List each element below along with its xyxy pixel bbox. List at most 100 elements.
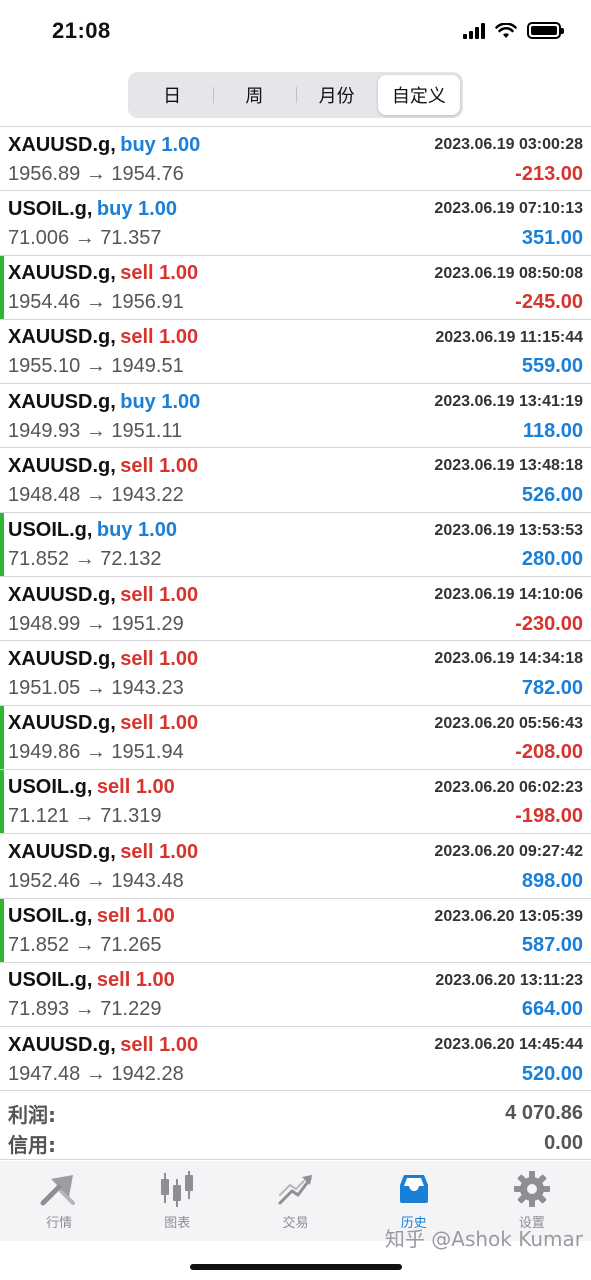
tab-month[interactable]: 月份 xyxy=(295,75,378,115)
trade-row[interactable]: XAUUSD.g, sell 1.00 2023.06.19 11:15:44 19… xyxy=(0,320,591,385)
trade-prices: 71.852 → 71.265 xyxy=(8,934,162,957)
trade-title: USOIL.g, sell 1.00 xyxy=(8,969,175,992)
trade-row-header: XAUUSD.g, sell 1.00 2023.06.19 14:34:18 xyxy=(8,646,583,672)
tabbar-label: 行情 xyxy=(46,1216,73,1231)
watermark: 知乎 @Ashok Kumar xyxy=(384,1227,583,1251)
trade-row-header: XAUUSD.g, sell 1.00 2023.06.19 14:10:06 xyxy=(8,582,583,608)
trade-time: 2023.06.19 07:10:13 xyxy=(434,200,583,218)
trade-time: 2023.06.20 06:02:23 xyxy=(434,778,583,796)
trade-row-header: USOIL.g, sell 1.00 2023.06.20 13:05:39 xyxy=(8,904,583,930)
tab-custom[interactable]: 自定义 xyxy=(377,75,460,115)
trade-prices: 1947.48 → 1942.28 xyxy=(8,1062,184,1085)
trade-side-volume: sell 1.00 xyxy=(96,776,175,799)
trade-row-header: XAUUSD.g, sell 1.00 2023.06.19 11:15:44 xyxy=(8,325,583,351)
trade-row-header: XAUUSD.g, sell 1.00 2023.06.20 09:27:42 xyxy=(8,839,583,865)
trade-symbol: USOIL.g, xyxy=(8,969,93,992)
trade-row[interactable]: XAUUSD.g, sell 1.00 2023.06.19 14:34:18 19… xyxy=(0,641,591,706)
trade-profit: -213.00 xyxy=(515,162,583,185)
trade-row[interactable]: USOIL.g, sell 1.00 2023.06.20 13:05:39 71.… xyxy=(0,898,591,963)
trade-icon xyxy=(278,1175,312,1205)
trade-symbol: USOIL.g, xyxy=(8,197,93,220)
trade-row-header: XAUUSD.g, sell 1.00 2023.06.20 05:56:43 xyxy=(8,711,583,737)
trade-profit: -230.00 xyxy=(515,612,583,635)
trade-row-detail: 1952.46 → 1943.48 898.00 xyxy=(8,867,583,895)
trade-symbol: XAUUSD.g, xyxy=(8,454,116,477)
trade-row-detail: 1948.48 → 1943.22 526.00 xyxy=(8,481,583,509)
trade-row[interactable]: XAUUSD.g, sell 1.00 2023.06.20 05:56:43 19… xyxy=(0,705,591,770)
tab-day[interactable]: 日 xyxy=(131,75,213,115)
trade-profit: -245.00 xyxy=(515,291,583,314)
trade-symbol: XAUUSD.g, xyxy=(8,390,116,413)
trade-row-detail: 71.006 → 71.357 351.00 xyxy=(8,224,583,252)
trade-time: 2023.06.20 14:45:44 xyxy=(434,1036,583,1054)
period-segmented-control: 日 周 月份 自定义 xyxy=(128,72,463,118)
credit-value: 0.00 xyxy=(544,1131,583,1154)
tab-week[interactable]: 周 xyxy=(213,75,295,115)
battery-icon xyxy=(527,22,564,39)
trade-title: USOIL.g, buy 1.00 xyxy=(8,198,177,221)
trade-prices: 1955.10 → 1949.51 xyxy=(8,355,184,378)
trade-row-detail: 1956.89 → 1954.76 -213.00 xyxy=(8,160,583,188)
trade-row-detail: 1949.86 → 1951.94 -208.00 xyxy=(8,739,583,767)
trade-prices: 1952.46 → 1943.48 xyxy=(8,869,184,892)
summary: 利润: 4 070.86 信用: 0.00 xyxy=(0,1094,591,1160)
trade-profit: 280.00 xyxy=(521,548,583,571)
trade-profit: 351.00 xyxy=(521,226,583,249)
home-indicator[interactable] xyxy=(190,1264,402,1270)
trade-side-volume: buy 1.00 xyxy=(96,519,177,542)
trade-profit: -198.00 xyxy=(515,805,583,828)
tabbar-label: 交易 xyxy=(282,1216,309,1231)
trade-row[interactable]: XAUUSD.g, buy 1.00 2023.06.19 13:41:19 194… xyxy=(0,384,591,449)
profit-label: 利润: xyxy=(8,1102,56,1127)
trade-side-volume: sell 1.00 xyxy=(120,840,199,863)
settings-icon xyxy=(513,1171,550,1207)
trade-prices: 1949.93 → 1951.11 xyxy=(8,419,183,442)
trade-row[interactable]: USOIL.g, sell 1.00 2023.06.20 13:11:23 71.… xyxy=(0,963,591,1028)
trade-title: XAUUSD.g, sell 1.00 xyxy=(8,648,198,671)
trade-row[interactable]: USOIL.g, buy 1.00 2023.06.19 07:10:13 71.0… xyxy=(0,191,591,256)
trade-row[interactable]: XAUUSD.g, sell 1.00 2023.06.19 13:48:18 19… xyxy=(0,448,591,513)
trade-row[interactable]: XAUUSD.g, sell 1.00 2023.06.19 14:10:06 19… xyxy=(0,577,591,642)
trade-time: 2023.06.19 14:10:06 xyxy=(434,586,583,604)
trade-side-volume: sell 1.00 xyxy=(120,262,199,285)
trade-row-header: XAUUSD.g, buy 1.00 2023.06.19 03:00:28 xyxy=(8,132,583,158)
trade-row[interactable]: XAUUSD.g, buy 1.00 2023.06.19 03:00:28 195… xyxy=(0,127,591,192)
trade-row-header: XAUUSD.g, sell 1.00 2023.06.20 14:45:44 xyxy=(8,1032,583,1058)
trade-row[interactable]: XAUUSD.g, sell 1.00 2023.06.20 09:27:42 19… xyxy=(0,834,591,899)
profit-value: 4 070.86 xyxy=(505,1101,583,1124)
trade-row-detail: 1949.93 → 1951.11 118.00 xyxy=(8,417,583,445)
trade-row[interactable]: USOIL.g, sell 1.00 2023.06.20 06:02:23 71.… xyxy=(0,769,591,835)
trade-title: XAUUSD.g, sell 1.00 xyxy=(8,455,198,478)
quotes-icon xyxy=(40,1175,76,1206)
trade-row-detail: 1954.46 → 1956.91 -245.00 xyxy=(8,289,583,317)
trade-profit: 782.00 xyxy=(521,676,583,699)
tabbar-item-trade[interactable]: 交易 xyxy=(236,1161,354,1241)
trade-title: XAUUSD.g, buy 1.00 xyxy=(8,391,200,414)
trade-profit: 664.00 xyxy=(521,998,583,1021)
trade-symbol: XAUUSD.g, xyxy=(8,647,116,670)
trade-prices: 1948.99 → 1951.29 xyxy=(8,612,184,635)
status-icons xyxy=(463,22,564,39)
trade-row[interactable]: USOIL.g, buy 1.00 2023.06.19 13:53:53 71.8… xyxy=(0,512,591,578)
trade-profit: 559.00 xyxy=(521,355,583,378)
trade-side-volume: sell 1.00 xyxy=(120,647,199,670)
trade-row[interactable]: XAUUSD.g, sell 1.00 2023.06.20 14:45:44 19… xyxy=(0,1027,591,1092)
tabbar-item-chart[interactable]: 图表 xyxy=(118,1161,236,1241)
trade-row-detail: 71.121 → 71.319 -198.00 xyxy=(8,803,583,831)
trade-profit: 520.00 xyxy=(521,1062,583,1085)
trade-time: 2023.06.19 11:15:44 xyxy=(435,328,583,346)
trade-history-list: XAUUSD.g, buy 1.00 2023.06.19 03:00:28 195… xyxy=(0,126,591,1092)
trade-time: 2023.06.19 14:34:18 xyxy=(434,650,583,668)
trade-title: XAUUSD.g, sell 1.00 xyxy=(8,262,198,285)
trade-title: XAUUSD.g, buy 1.00 xyxy=(8,134,200,157)
tabbar-item-quotes[interactable]: 行情 xyxy=(0,1161,118,1241)
credit-row: 信用: 0.00 xyxy=(8,1128,583,1158)
trade-symbol: XAUUSD.g, xyxy=(8,712,116,735)
trade-title: XAUUSD.g, sell 1.00 xyxy=(8,712,198,735)
trade-row[interactable]: XAUUSD.g, sell 1.00 2023.06.19 08:50:08 19… xyxy=(0,255,591,320)
trade-time: 2023.06.19 13:53:53 xyxy=(434,521,583,539)
trade-title: USOIL.g, sell 1.00 xyxy=(8,776,175,799)
trade-symbol: USOIL.g, xyxy=(8,776,93,799)
trade-title: USOIL.g, sell 1.00 xyxy=(8,905,175,928)
trade-row-header: USOIL.g, sell 1.00 2023.06.20 13:11:23 xyxy=(8,968,583,994)
